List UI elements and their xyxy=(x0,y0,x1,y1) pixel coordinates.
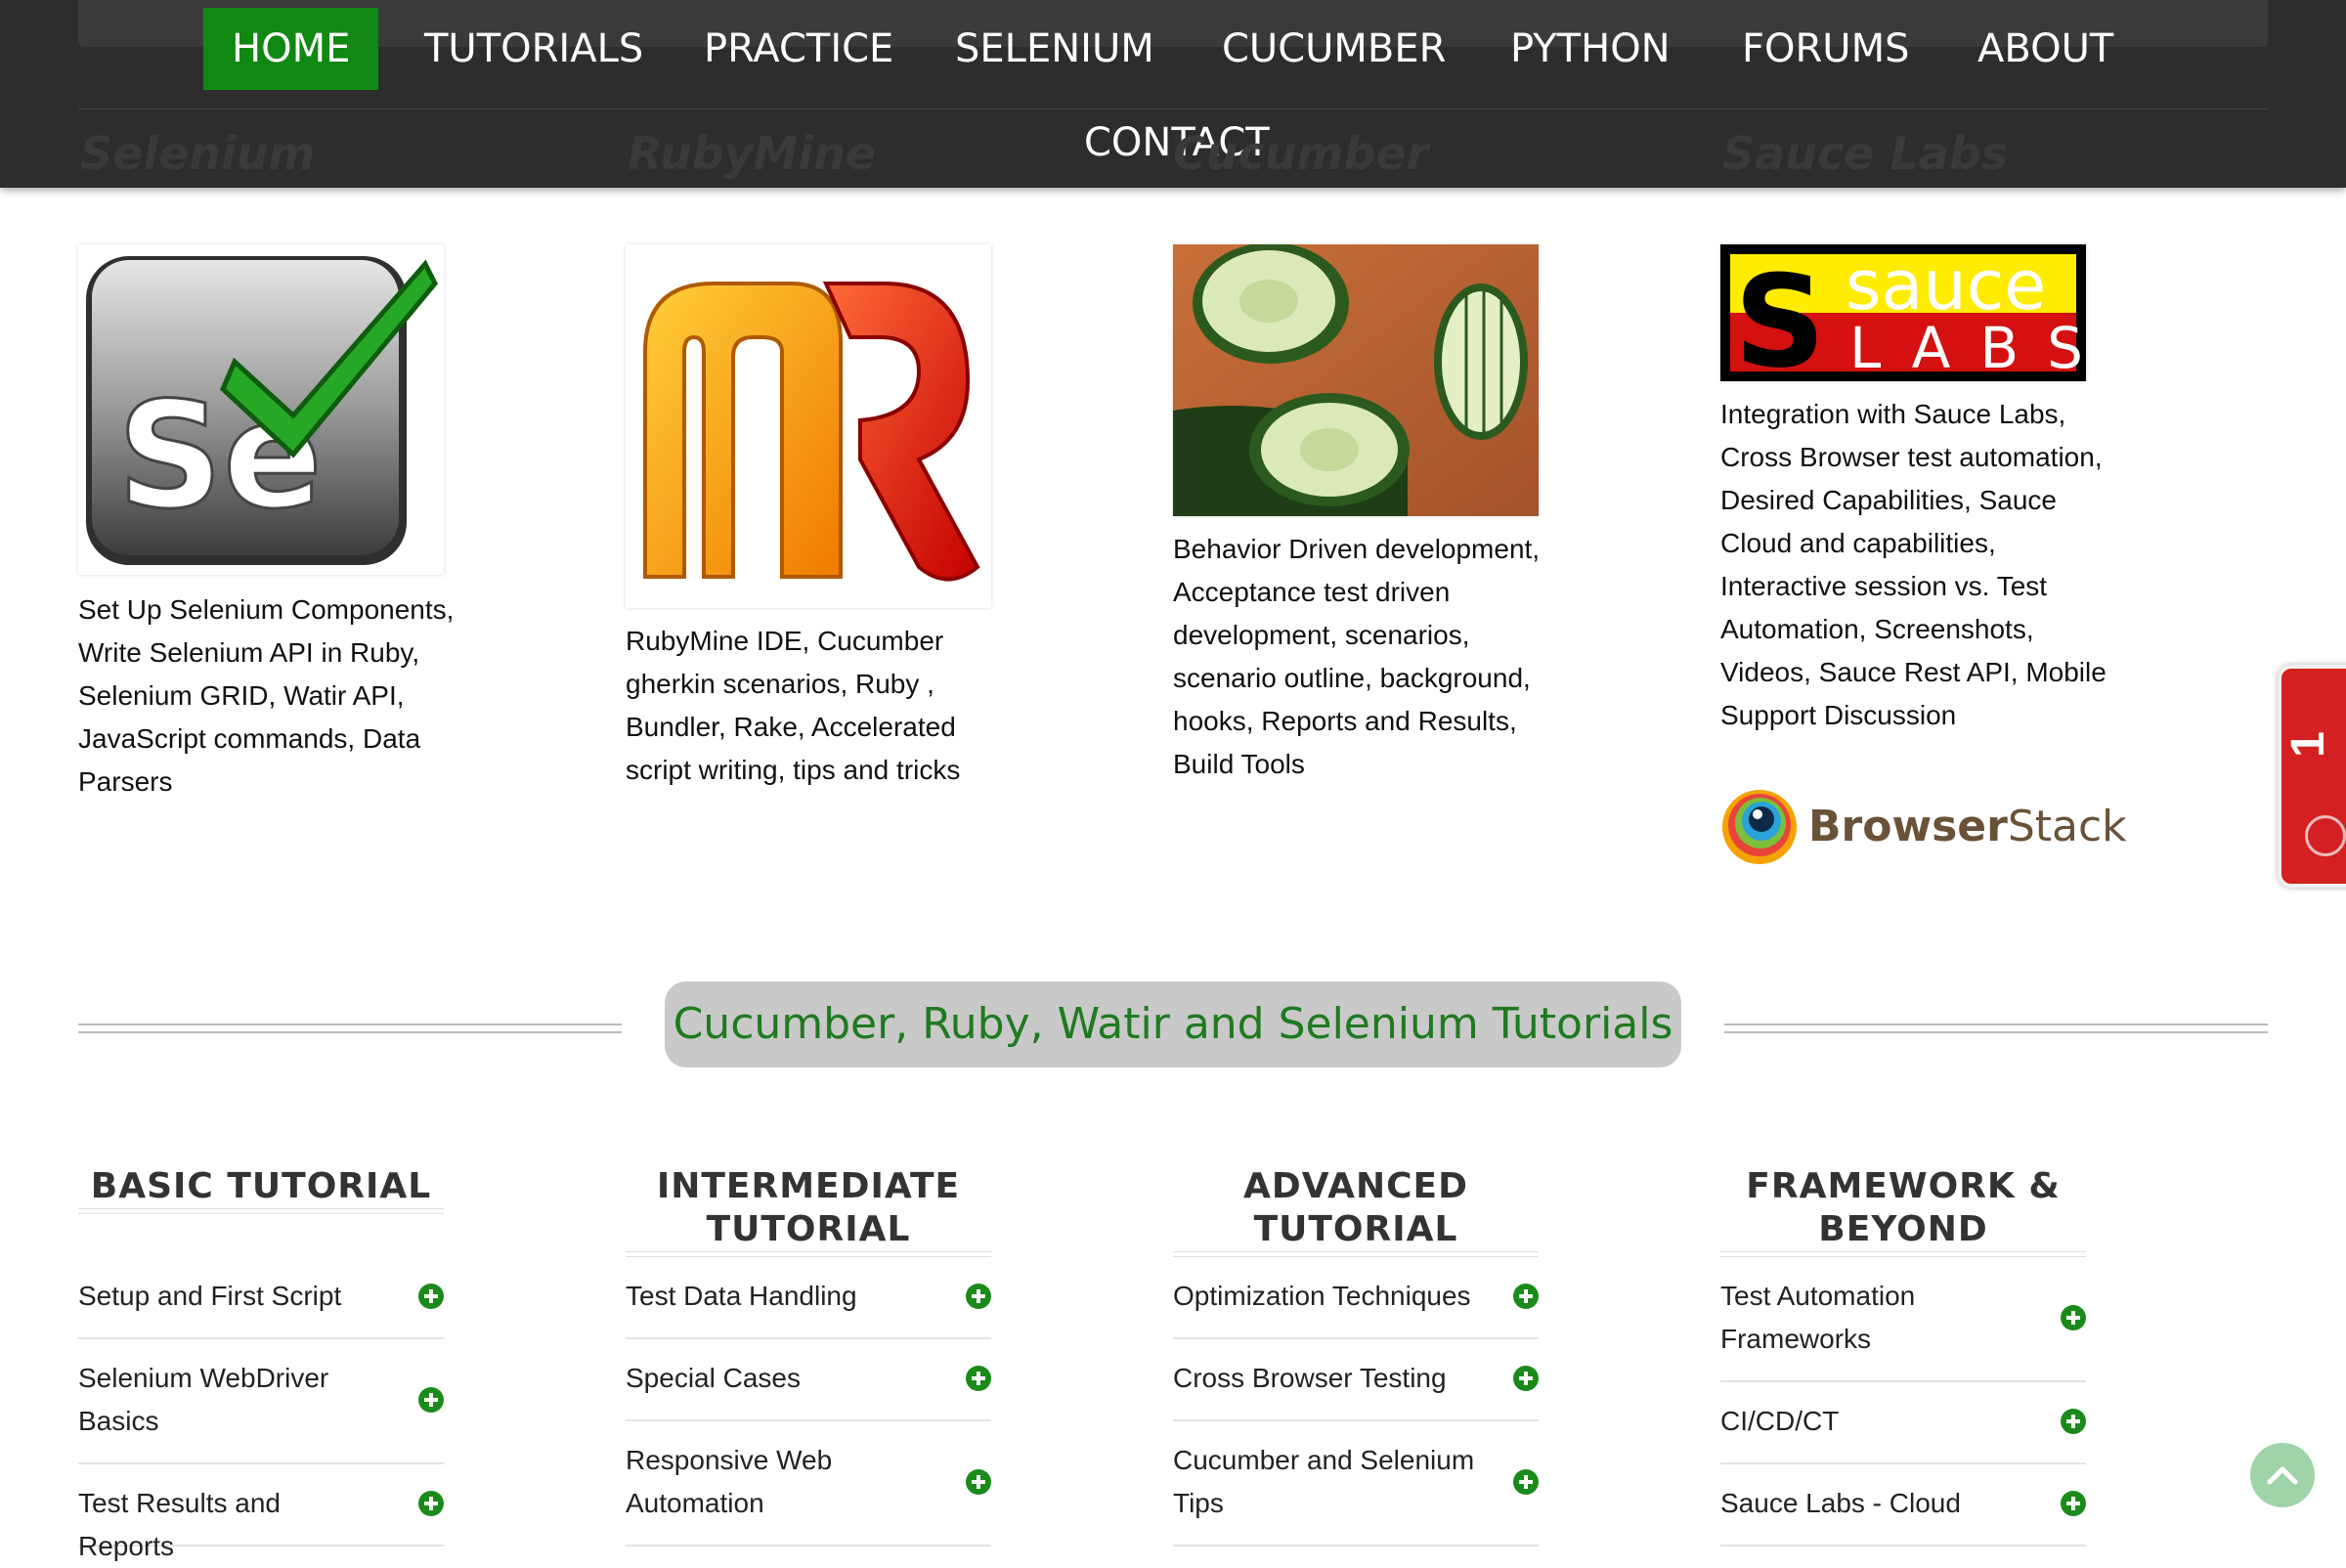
column-heading-framework: FRAMEWORK & BEYOND xyxy=(1746,1166,2061,1249)
column-heading-intermediate: INTERMEDIATE TUTORIAL xyxy=(656,1166,961,1249)
saucelabs-logo[interactable]: S sauce LABS xyxy=(1720,244,2086,381)
expand-plus-icon[interactable] xyxy=(2061,1305,2086,1330)
column-heading-rule xyxy=(1720,1251,2086,1257)
list-item-label: Setup and First Script xyxy=(78,1281,342,1311)
list-item-label: Cross Browser Testing xyxy=(1173,1363,1447,1393)
saucelabs-word-labs: LABS xyxy=(1849,315,2086,381)
column-heading-basic: BASIC TUTORIAL xyxy=(90,1166,432,1206)
expand-plus-icon[interactable] xyxy=(1513,1469,1539,1495)
list-item-label: Test Data Handling xyxy=(626,1281,857,1311)
expand-plus-icon[interactable] xyxy=(418,1387,444,1413)
list-item-label: Selenium WebDriver Basics xyxy=(78,1363,329,1436)
list-item-label: Cucumber and Selenium Tips xyxy=(1173,1445,1475,1518)
list-item-label: CI/CD/CT xyxy=(1720,1406,1840,1436)
svg-text:Se: Se xyxy=(117,371,323,542)
list-item-label: Special Cases xyxy=(626,1363,801,1393)
expand-plus-icon[interactable] xyxy=(1513,1284,1539,1309)
list-item[interactable]: Sauce Labs - Cloud xyxy=(1720,1482,2086,1546)
feature-text-saucelabs: Integration with Sauce Labs, Cross Brows… xyxy=(1720,399,2107,730)
section-rule-left xyxy=(78,1024,622,1033)
expand-plus-icon[interactable] xyxy=(966,1284,991,1309)
section-rule-right xyxy=(1724,1024,2268,1033)
saucelabs-word-sauce: sauce xyxy=(1846,245,2046,326)
expand-plus-icon[interactable] xyxy=(966,1469,991,1495)
chevron-up-icon xyxy=(2267,1466,2298,1485)
side-tab-label: 1 xyxy=(2281,731,2334,758)
section-title: Cucumber, Ruby, Watir and Selenium Tutor… xyxy=(665,981,1681,1067)
list-item-label: Sauce Labs - Cloud xyxy=(1720,1488,1961,1518)
list-item-label: Test Results and Reports xyxy=(78,1488,281,1561)
feature-text-cucumber: Behavior Driven development, Acceptance … xyxy=(1173,534,1541,779)
list-item[interactable]: Cross Browser Testing xyxy=(1173,1357,1539,1421)
side-tab[interactable]: 1 xyxy=(2278,665,2346,888)
feature-title-selenium: Selenium xyxy=(80,127,316,180)
feature-title-cucumber: Cucumber xyxy=(1173,127,1429,180)
expand-plus-icon[interactable] xyxy=(418,1284,444,1309)
column-heading-rule xyxy=(1173,1251,1539,1257)
expand-plus-icon[interactable] xyxy=(1513,1366,1539,1391)
list-item[interactable]: Special Cases xyxy=(626,1357,991,1421)
list-item-label: Optimization Techniques xyxy=(1173,1281,1471,1311)
nav-tutorials[interactable]: TUTORIALS xyxy=(396,8,672,90)
nav-about[interactable]: ABOUT xyxy=(1949,8,2142,90)
feature-title-rubymine: RubyMine xyxy=(628,127,877,180)
list-item[interactable]: Test Results and Reports xyxy=(78,1482,444,1561)
chat-icon xyxy=(2305,815,2346,856)
browserstack-eye-icon xyxy=(1722,790,1797,864)
scroll-top-button[interactable] xyxy=(2250,1443,2315,1507)
nav-forums[interactable]: FORUMS xyxy=(1714,8,1937,90)
list-item[interactable]: Setup and First Script xyxy=(78,1275,444,1339)
feature-text-selenium: Set Up Selenium Components, Write Seleni… xyxy=(78,594,455,797)
cucumber-photo[interactable] xyxy=(1173,244,1539,516)
expand-plus-icon[interactable] xyxy=(966,1366,991,1391)
expand-plus-icon[interactable] xyxy=(418,1491,444,1516)
saucelabs-letter: S xyxy=(1734,247,1826,381)
column-heading-rule xyxy=(78,1208,444,1214)
nav-practice[interactable]: PRACTICE xyxy=(675,8,922,90)
nav-home[interactable]: HOME xyxy=(203,8,379,90)
nav-selenium[interactable]: SELENIUM xyxy=(927,8,1183,90)
list-item[interactable]: Cucumber and Selenium Tips xyxy=(1173,1439,1539,1546)
rubymine-logo[interactable] xyxy=(626,244,991,608)
feature-text-rubymine: RubyMine IDE, Cucumber gherkin scenarios… xyxy=(626,626,961,785)
feature-title-saucelabs: Sauce Labs xyxy=(1722,127,2009,180)
expand-plus-icon[interactable] xyxy=(2061,1491,2086,1516)
column-heading-advanced: ADVANCED TUTORIAL xyxy=(1242,1166,1469,1249)
expand-plus-icon[interactable] xyxy=(2061,1409,2086,1434)
list-item[interactable]: Responsive Web Automation xyxy=(626,1439,991,1546)
list-item-label: Test Automation Frameworks xyxy=(1720,1281,1916,1354)
selenium-logo[interactable]: Se xyxy=(78,244,444,575)
browserstack-prefix: Browser xyxy=(1808,802,2008,851)
list-item-label: Responsive Web Automation xyxy=(626,1445,833,1518)
list-item[interactable]: Test Automation Frameworks xyxy=(1720,1275,2086,1382)
list-item[interactable]: Selenium WebDriver Basics xyxy=(78,1357,444,1464)
list-item[interactable]: Optimization Techniques xyxy=(1173,1275,1539,1339)
nav-cucumber[interactable]: CUCUMBER xyxy=(1194,8,1474,90)
column-heading-rule xyxy=(626,1251,991,1257)
browserstack-logo[interactable]: BrowserStack xyxy=(1720,788,2127,866)
list-item[interactable]: CI/CD/CT xyxy=(1720,1400,2086,1464)
list-item[interactable]: Test Data Handling xyxy=(626,1275,991,1339)
nav-python[interactable]: PYTHON xyxy=(1482,8,1699,90)
browserstack-suffix: Stack xyxy=(2007,802,2127,851)
